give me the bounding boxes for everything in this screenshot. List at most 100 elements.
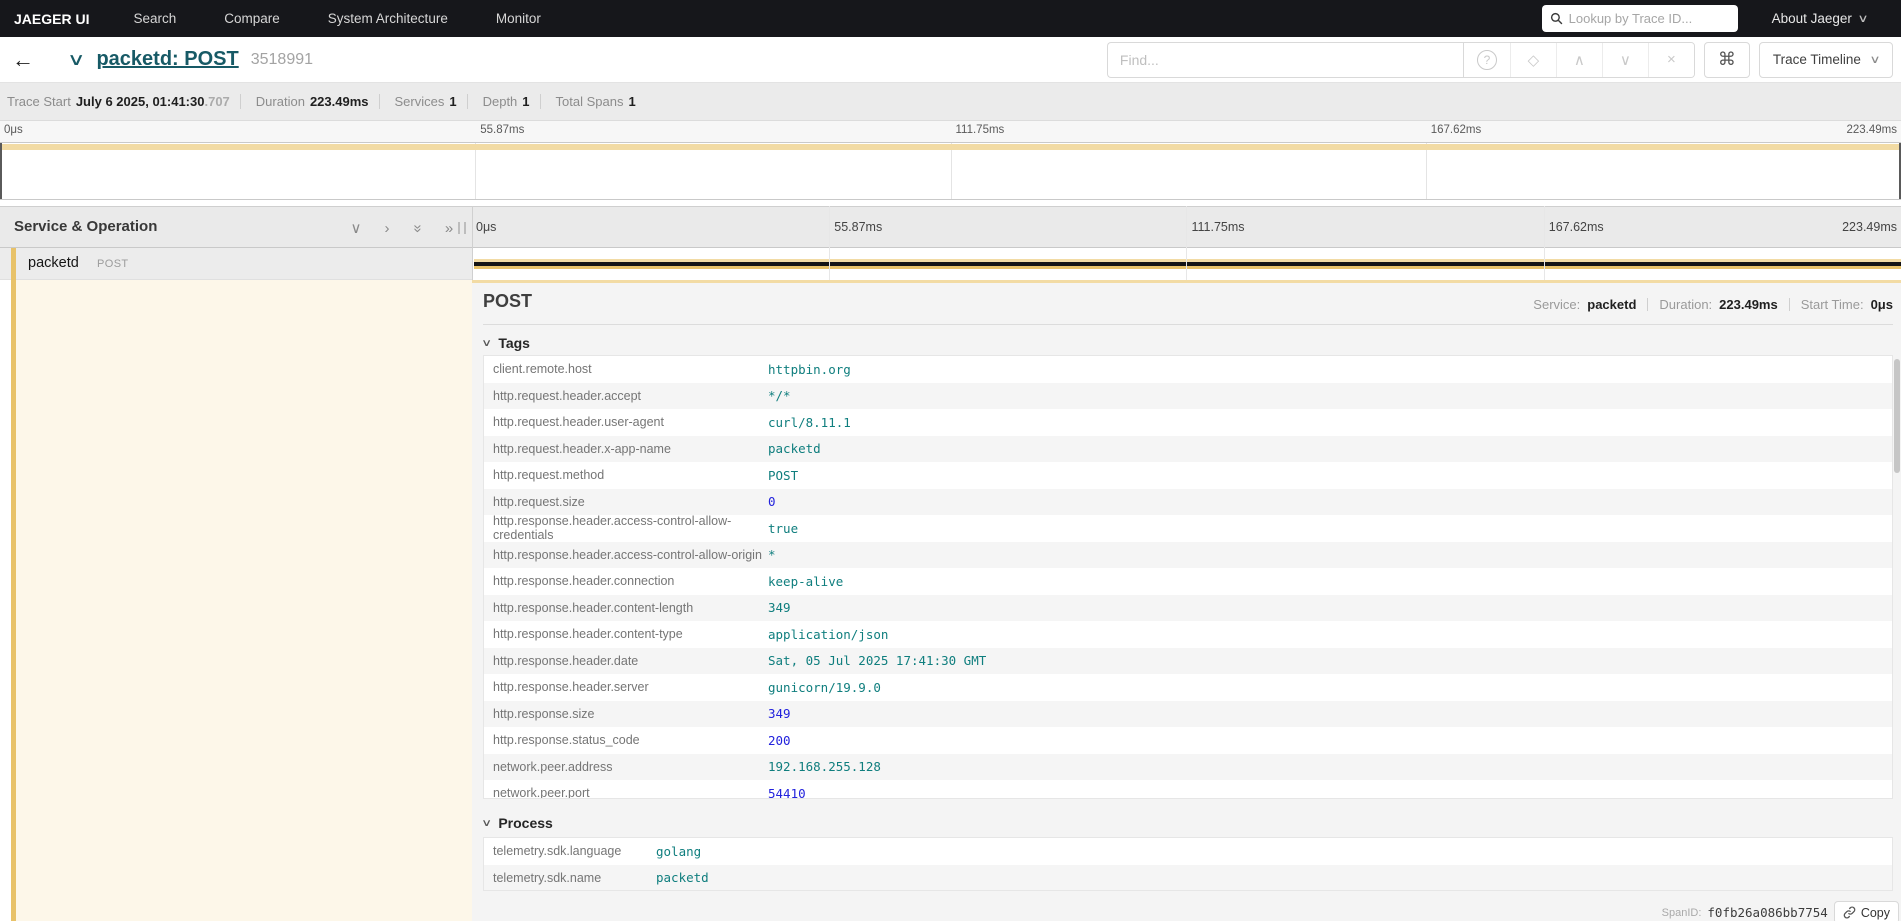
kv-row: http.response.status_code 200 xyxy=(484,727,1892,754)
tick-label: 167.62ms xyxy=(1548,220,1604,234)
kv-key: telemetry.sdk.language xyxy=(493,844,622,859)
tick-label: 0μs xyxy=(476,220,497,234)
kv-key: http.response.header.content-length xyxy=(493,600,694,615)
prev-result-button[interactable]: ∧ xyxy=(1555,42,1602,77)
timeline-gridline xyxy=(1186,206,1187,280)
duration-label: Duration xyxy=(255,94,305,109)
depth-label: Depth xyxy=(482,94,518,109)
nav-item-search[interactable]: Search xyxy=(133,11,176,26)
depth-value: 1 xyxy=(522,94,530,109)
duration-value: 223.49ms xyxy=(309,94,369,109)
kv-value: gunicorn/19.9.0 xyxy=(768,679,881,695)
kv-row: http.response.header.server gunicorn/19.9… xyxy=(484,674,1892,701)
kv-value: 0 xyxy=(768,494,776,510)
tick-label: 111.75ms xyxy=(955,124,1005,136)
kv-value: golang xyxy=(656,843,702,859)
trace-title-link[interactable]: packetd: POST xyxy=(96,48,238,71)
clear-find-button[interactable]: × xyxy=(1647,42,1694,77)
chevron-down-icon: ∨ xyxy=(481,817,493,829)
tick-label: 223.49ms xyxy=(1846,124,1897,136)
total-spans-label: Total Spans xyxy=(555,94,624,109)
process-section-toggle[interactable]: ∨ Process xyxy=(481,815,553,831)
collapse-header-chevron-icon[interactable]: ∨ xyxy=(67,50,86,70)
kv-row: network.peer.address 192.168.255.128 xyxy=(484,753,1892,780)
duration-label: Duration: xyxy=(1659,297,1713,312)
kv-value: */* xyxy=(768,388,791,404)
minimap-gridline xyxy=(475,143,477,199)
kv-key: telemetry.sdk.name xyxy=(493,870,602,885)
kv-row: http.request.method POST xyxy=(484,462,1892,489)
kv-value: packetd xyxy=(656,870,709,886)
nav-item-monitor[interactable]: Monitor xyxy=(496,11,541,26)
kv-key: http.response.status_code xyxy=(493,733,640,748)
expand-all-icon[interactable]: » xyxy=(441,220,457,237)
next-result-button[interactable]: ∨ xyxy=(1601,42,1648,77)
service-label: Service: xyxy=(1533,297,1581,312)
kv-row: telemetry.sdk.name packetd xyxy=(484,864,1892,890)
kv-value: Sat, 05 Jul 2025 17:41:30 GMT xyxy=(768,653,987,669)
minimap-gridline xyxy=(950,143,952,199)
trace-start-label: Trace Start xyxy=(7,94,71,109)
tick-label: 167.62ms xyxy=(1430,124,1482,136)
kv-key: http.response.header.access-control-allo… xyxy=(493,514,732,543)
find-help-button[interactable]: ? xyxy=(1463,42,1510,77)
nav-item-compare[interactable]: Compare xyxy=(224,11,280,26)
span-row: packetd POST xyxy=(0,248,1901,280)
trace-id-lookup-placeholder: Lookup by Trace ID... xyxy=(1568,11,1693,26)
span-name-cell[interactable]: packetd POST xyxy=(0,248,472,280)
span-id-value: f0fb26a086bb7754 xyxy=(1707,905,1828,920)
span-id-footer: SpanID: f0fb26a086bb7754 Copy xyxy=(1662,901,1899,921)
services-value: 1 xyxy=(449,94,457,109)
column-resizer-handle[interactable] xyxy=(458,222,466,234)
kv-row: telemetry.sdk.language golang xyxy=(484,838,1892,865)
services-label: Services xyxy=(394,94,445,109)
find-toolbar: ? ◇ ∧ ∨ × xyxy=(1462,41,1695,78)
selected-span-row-background xyxy=(16,280,472,921)
tick-label: 55.87ms xyxy=(480,124,525,136)
timeline-gridline xyxy=(829,206,830,280)
kv-row: http.response.header.content-type applica… xyxy=(484,621,1892,648)
focus-span-button[interactable]: ◇ xyxy=(1509,42,1556,77)
kv-value: packetd xyxy=(768,441,821,457)
kv-row: http.response.header.access-control-allo… xyxy=(484,541,1892,568)
kv-value: 54410 xyxy=(768,785,806,799)
kv-value: 349 xyxy=(768,600,791,616)
span-duration-bar[interactable] xyxy=(474,259,1901,269)
nav-item-system-architecture[interactable]: System Architecture xyxy=(328,11,448,26)
timeline-header-row: Service & Operation ∨ › » » 0μs 55.87ms 11… xyxy=(0,206,1901,248)
minimap-left-scrubber[interactable] xyxy=(0,143,2,199)
expand-one-icon[interactable]: › xyxy=(379,220,395,237)
chevron-down-icon: ∨ xyxy=(1869,54,1881,66)
kv-key: http.request.header.x-app-name xyxy=(493,441,671,456)
app-brand[interactable]: JAEGER UI xyxy=(14,11,89,27)
minimap-canvas[interactable] xyxy=(0,142,1901,200)
kv-value: true xyxy=(768,520,799,536)
service-operation-header: Service & Operation xyxy=(14,218,158,235)
trace-page-header: ← ∨ packetd: POST 3518991 ? ◇ ∧ ∨ × ⌘ Tr… xyxy=(0,37,1901,83)
about-jaeger-menu[interactable]: About Jaeger ∨ xyxy=(1772,11,1869,26)
service-value: packetd xyxy=(1587,297,1637,312)
find-input[interactable] xyxy=(1106,41,1463,78)
collapse-all-icon[interactable]: » xyxy=(410,220,427,237)
trace-id-lookup-input[interactable]: Lookup by Trace ID... xyxy=(1541,5,1738,32)
back-button[interactable]: ← xyxy=(0,47,46,73)
minimap-gridline xyxy=(1425,143,1427,199)
timeline-gridline xyxy=(1544,206,1545,280)
span-detail-panel: POST Service: packetd Duration: 223.49ms… xyxy=(472,280,1901,921)
minimap-span-bar xyxy=(0,144,1901,150)
kv-value: keep-alive xyxy=(768,573,844,589)
trace-view-select[interactable]: Trace Timeline ∨ xyxy=(1758,41,1893,78)
kv-value: * xyxy=(768,547,776,563)
collapse-one-icon[interactable]: ∨ xyxy=(348,219,364,237)
scrollbar-thumb[interactable] xyxy=(1894,359,1900,473)
kv-row: client.remote.host httpbin.org xyxy=(484,356,1892,383)
copy-span-id-button[interactable]: Copy xyxy=(1833,901,1899,921)
trace-summary-bar: Trace Start July 6 2025, 01:41:30 .707 D… xyxy=(0,83,1901,121)
kv-value: 192.168.255.128 xyxy=(768,759,881,775)
minimap-tick-labels: 0μs 55.87ms 111.75ms 167.62ms 223.49ms xyxy=(0,121,1901,142)
keyboard-shortcuts-button[interactable]: ⌘ xyxy=(1703,41,1750,78)
tags-section-toggle[interactable]: ∨ Tags xyxy=(481,335,530,351)
span-id-label: SpanID: xyxy=(1661,906,1702,919)
kv-row: http.request.size 0 xyxy=(484,488,1892,515)
chevron-up-icon: ∧ xyxy=(1573,51,1585,69)
